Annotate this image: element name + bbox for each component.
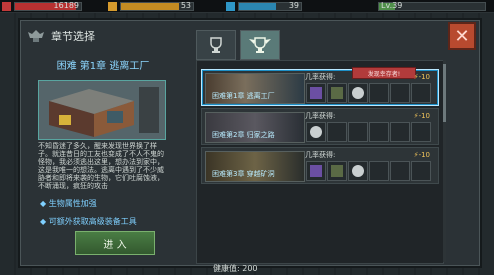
- chapter-row-thumb: 困难第1章 逃离工厂: [205, 73, 305, 104]
- drop-slot[interactable]: [327, 161, 347, 181]
- drop-slot-empty: [390, 122, 410, 142]
- energy-cost-value: -10: [418, 73, 430, 81]
- list-scrollbar[interactable]: [443, 60, 446, 262]
- tab-hard[interactable]: [240, 30, 280, 60]
- drop-slot-empty: [411, 122, 431, 142]
- drop-label: 几率获得:: [305, 112, 336, 120]
- energy-cost-value: -10: [418, 151, 430, 159]
- drop-slot-empty: [390, 161, 410, 181]
- scrollbar-thumb[interactable]: [443, 64, 446, 122]
- level-label: Lv.39: [381, 0, 403, 10]
- chapter-illustration: [38, 80, 166, 140]
- chapter-row-name: 困难第3章 穿越矿洞: [212, 170, 275, 178]
- chapter-list-area: 困难第1章 逃离工厂 几率获得: 发现幸存者! ⚡-10 困难第2章 归家之路 …: [191, 30, 477, 264]
- energy-cost: ⚡-10: [414, 151, 430, 159]
- drop-slot[interactable]: [306, 161, 326, 181]
- drop-slot-empty: [411, 161, 431, 181]
- drop-label: 几率获得:: [305, 73, 336, 81]
- drop-label: 几率获得:: [305, 151, 336, 159]
- resource-1-bar: 16189: [14, 0, 82, 11]
- ore-icon: [331, 165, 343, 177]
- top-status-bar: 16189 53 39 Lv.39: [0, 0, 494, 13]
- energy-cost: ⚡-10: [414, 73, 430, 81]
- feature-1-text: 生物属性加强: [48, 199, 97, 208]
- drop-slot[interactable]: [306, 83, 326, 103]
- bullet-icon: ◆: [40, 199, 49, 208]
- chapter-row-thumb: 困难第2章 归家之路: [205, 112, 305, 143]
- level-indicator: Lv.39: [378, 1, 486, 11]
- energy-cost: ⚡-10: [414, 112, 430, 120]
- drop-slot[interactable]: [327, 83, 347, 103]
- chapter-description: 不知昏迷了多久，醒来发现世界换了样子。就连昔日的工友也变成了不人不鬼的怪物，我必…: [38, 142, 164, 190]
- enter-button[interactable]: 进 入: [75, 231, 155, 255]
- energy-cost-value: -10: [418, 112, 430, 120]
- resource-3: 39: [226, 1, 302, 11]
- drop-slot-empty: [369, 161, 389, 181]
- factory-scene-image: [39, 81, 165, 139]
- resource-1: 16189: [2, 1, 82, 11]
- health-icon: [2, 1, 11, 11]
- coin-icon: [310, 126, 322, 138]
- coin-icon: [352, 165, 364, 177]
- trophy-icon: [210, 37, 222, 53]
- chapter-row-name: 困难第2章 归家之路: [212, 131, 275, 139]
- water-icon: [226, 1, 235, 11]
- bullet-icon: ◆: [40, 217, 49, 226]
- panel-header: 章节选择: [26, 26, 95, 46]
- drop-slot-empty: [327, 122, 347, 142]
- chapter-list: 困难第1章 逃离工厂 几率获得: 发现幸存者! ⚡-10 困难第2章 归家之路 …: [196, 60, 444, 264]
- chapter-title: 困难 第1章 逃离工厂: [56, 61, 150, 72]
- resource-3-bar: 39: [238, 0, 302, 11]
- gear-item-icon: [310, 87, 322, 99]
- drop-slot-empty: [411, 83, 431, 103]
- fuel-can-icon: [331, 87, 343, 99]
- drop-slot[interactable]: [348, 161, 368, 181]
- feature-2-text: 可额外获取高级装备工具: [48, 217, 137, 226]
- chapter-row-1[interactable]: 困难第1章 逃离工厂 几率获得: 发现幸存者! ⚡-10: [201, 67, 439, 106]
- survivor-tag: 发现幸存者!: [352, 67, 416, 79]
- drop-slot[interactable]: [348, 83, 368, 103]
- chapter-row-2[interactable]: 困难第2章 归家之路 几率获得: ⚡-10: [201, 108, 439, 145]
- resource-2: 53: [108, 1, 194, 11]
- chapter-detail: 困难 第1章 逃离工厂 不知昏迷了多久，醒来发现世界换了样子。就连昔日的工友也变…: [28, 51, 178, 259]
- drop-slot-empty: [369, 122, 389, 142]
- resource-2-bar: 53: [120, 0, 194, 11]
- food-icon: [108, 1, 117, 11]
- battery-item-icon: [310, 165, 322, 177]
- tab-normal[interactable]: [196, 30, 236, 60]
- drop-slot-empty: [390, 83, 410, 103]
- trophy-winged-icon: [249, 37, 271, 53]
- drop-slot[interactable]: [306, 122, 326, 142]
- resource-2-value: 53: [180, 0, 191, 10]
- drop-slot-empty: [369, 83, 389, 103]
- health-value: 健康值: 200: [213, 264, 258, 273]
- resource-3-value: 39: [288, 0, 299, 10]
- panel-title: 章节选择: [51, 30, 95, 43]
- chapter-select-panel: 章节选择 ✕ 困难 第1章 逃离工厂 不知昏迷了多久，醒来发现世界换了样子。就连…: [18, 18, 482, 268]
- chapter-row-3[interactable]: 困难第3章 穿越矿洞 几率获得: ⚡-10: [201, 147, 439, 184]
- chapter-row-thumb: 困难第3章 穿越矿洞: [205, 151, 305, 182]
- coin-icon: [352, 87, 364, 99]
- level-bar: Lv.39: [378, 0, 486, 11]
- feature-1: ◆ 生物属性加强: [40, 198, 97, 209]
- chapter-row-name: 困难第1章 逃离工厂: [212, 92, 275, 100]
- feature-2: ◆ 可额外获取高级装备工具: [40, 216, 137, 227]
- drop-slot-empty: [348, 122, 368, 142]
- resource-1-value: 16189: [53, 0, 79, 10]
- helmet-badge-icon: [28, 30, 44, 42]
